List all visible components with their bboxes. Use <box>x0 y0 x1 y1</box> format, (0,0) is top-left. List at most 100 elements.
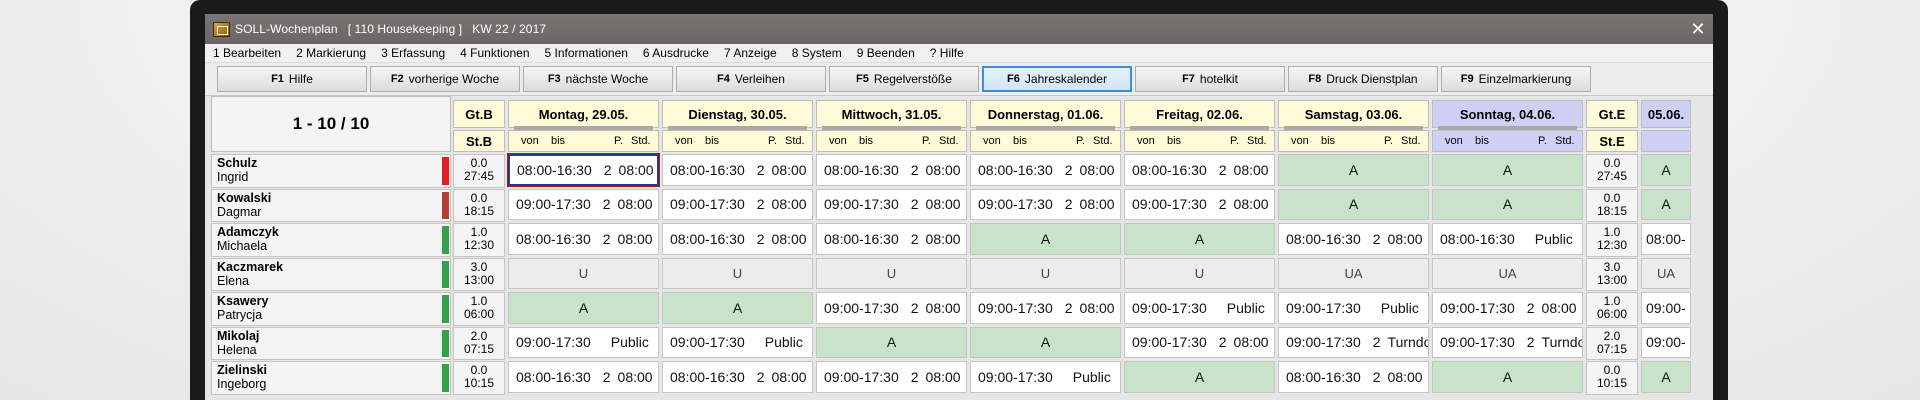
shift-cell[interactable]: 09:00-17:30 2 08:00 <box>1124 188 1275 220</box>
shift-cell[interactable]: 09:00-17:30 2 08:00 <box>816 361 967 393</box>
balance-end-column-days: 0.0 <box>1603 190 1621 205</box>
employee-name-cell[interactable]: Adamczyk Michaela <box>211 223 451 257</box>
day-header[interactable]: Montag, 29.05. <box>508 100 659 128</box>
shift-cell[interactable]: 08:00-16:30 2 08:00 <box>662 154 813 186</box>
shift-cell[interactable]: 09:00-17:30 2 08:00 <box>816 188 967 220</box>
shift-cell[interactable]: 09:00-17:30 2 08:00 <box>1124 326 1275 358</box>
day-off-cell[interactable]: A <box>970 326 1121 358</box>
toolbar-button-f1[interactable]: F1 Hilfe <box>217 66 367 92</box>
vacation-cell[interactable]: U <box>970 257 1121 289</box>
toolbar-button-f2[interactable]: F2 vorherige Woche <box>370 66 520 92</box>
next-day-cell[interactable]: UA <box>1641 257 1691 289</box>
day-header[interactable]: Freitag, 02.06. <box>1124 100 1275 128</box>
shift-cell[interactable]: 09:00-17:30 2 08:00 <box>508 188 659 220</box>
menu-item[interactable]: 5 Informationen <box>545 46 628 60</box>
vacation-cell[interactable]: UA <box>1278 257 1429 289</box>
function-key-label: F9 <box>1460 73 1474 85</box>
day-header[interactable]: Samstag, 03.06. <box>1278 100 1429 128</box>
toolbar-button-f3[interactable]: F3 nächste Woche <box>523 66 673 92</box>
shift-cell[interactable]: 09:00-17:30 Public <box>1124 292 1275 324</box>
subheader-p: P. <box>1076 135 1085 147</box>
day-off-cell[interactable]: A <box>1124 223 1275 255</box>
toolbar-button-f6[interactable]: F6 Jahreskalender <box>982 66 1132 92</box>
shift-cell[interactable]: 08:00-16:30 2 08:00 <box>1124 154 1275 186</box>
shift-cell[interactable]: 09:00-17:30 2 Turndowr <box>1432 326 1583 358</box>
shift-cell[interactable]: 08:00-16:30 2 08:00 <box>662 361 813 393</box>
day-off-cell[interactable]: A <box>1432 188 1583 220</box>
shift-cell[interactable]: 09:00-17:30 2 08:00 <box>662 188 813 220</box>
shift-cell[interactable]: 09:00-17:30 Public <box>1278 292 1429 324</box>
shift-cell[interactable]: 09:00-17:30 Public <box>508 326 659 358</box>
vacation-cell[interactable]: U <box>816 257 967 289</box>
shift-cell[interactable]: 08:00-16:30 2 08:00 <box>508 361 659 393</box>
shift-cell[interactable]: 09:00-17:30 2 Turndowr <box>1278 326 1429 358</box>
shift-cell[interactable]: 08:00-16:30 2 08:00 <box>1278 361 1429 393</box>
menu-item[interactable]: ? Hilfe <box>930 46 964 60</box>
shift-cell[interactable]: 09:00-17:30 2 08:00 <box>970 292 1121 324</box>
next-day-cell[interactable]: 08:00- <box>1641 223 1691 255</box>
next-day-header[interactable]: 05.06. <box>1641 100 1691 128</box>
shift-pause: 2 <box>910 196 919 213</box>
employee-last-name: Adamczyk <box>217 225 279 239</box>
next-day-cell[interactable]: 09:00- <box>1641 292 1691 324</box>
balance-begin-column-days: 2.0 <box>470 328 488 343</box>
day-header[interactable]: Dienstag, 30.05. <box>662 100 813 128</box>
next-day-cell[interactable]: A <box>1641 188 1691 220</box>
vacation-cell[interactable]: U <box>662 257 813 289</box>
shift-cell[interactable]: 08:00-16:30 2 08:00 <box>507 153 660 187</box>
day-off-cell[interactable]: A <box>1124 361 1275 393</box>
shift-cell[interactable]: 08:00-16:30 2 08:00 <box>816 154 967 186</box>
day-off-cell[interactable]: A <box>816 326 967 358</box>
next-day-column: 05.06. A A 08:00- UA 09:00- 09:00- A <box>1641 96 1691 400</box>
menu-item[interactable]: 9 Beenden <box>857 46 915 60</box>
shift-cell[interactable]: 08:00-16:30 2 08:00 <box>662 223 813 255</box>
vacation-cell[interactable]: U <box>508 257 659 289</box>
toolbar-button-f8[interactable]: F8 Druck Dienstplan <box>1288 66 1438 92</box>
menu-item[interactable]: 1 Bearbeiten <box>213 46 281 60</box>
day-off-cell[interactable]: A <box>1432 154 1583 186</box>
button-label: vorherige Woche <box>408 72 500 86</box>
employee-name-cell[interactable]: Zielinski Ingeborg <box>211 361 451 395</box>
next-day-cell[interactable]: 09:00- <box>1641 326 1691 358</box>
day-header[interactable]: Sonntag, 04.06. <box>1432 100 1583 128</box>
day-header[interactable]: Mittwoch, 31.05. <box>816 100 967 128</box>
day-off-cell[interactable]: A <box>1278 188 1429 220</box>
shift-cell[interactable]: 09:00-17:30 2 08:00 <box>970 188 1121 220</box>
day-off-cell[interactable]: A <box>508 292 659 324</box>
toolbar-button-f4[interactable]: F4 Verleihen <box>676 66 826 92</box>
shift-cell[interactable]: 09:00-17:30 2 08:00 <box>1432 292 1583 324</box>
toolbar-button-f5[interactable]: F5 Regelverstöße <box>829 66 979 92</box>
shift-cell[interactable]: 08:00-16:30 2 08:00 <box>1278 223 1429 255</box>
day-off-cell[interactable]: A <box>662 292 813 324</box>
employee-name-cell[interactable]: Schulz Ingrid <box>211 154 451 188</box>
menu-item[interactable]: 2 Markierung <box>296 46 366 60</box>
shift-cell[interactable]: 09:00-17:30 2 08:00 <box>816 292 967 324</box>
employee-name-cell[interactable]: Ksawery Patrycja <box>211 292 451 326</box>
menu-item[interactable]: 4 Funktionen <box>460 46 529 60</box>
menu-item[interactable]: 3 Erfassung <box>381 46 445 60</box>
day-header[interactable]: Donnerstag, 01.06. <box>970 100 1121 128</box>
shift-cell[interactable]: 08:00-16:30 2 08:00 <box>970 154 1121 186</box>
shift-cell[interactable]: 08:00-16:30 2 08:00 <box>816 223 967 255</box>
shift-cell[interactable]: 09:00-17:30 Public <box>662 326 813 358</box>
toolbar-button-f7[interactable]: F7 hotelkit <box>1135 66 1285 92</box>
next-day-cell[interactable]: A <box>1641 361 1691 393</box>
next-day-cell[interactable]: A <box>1641 154 1691 186</box>
menu-item[interactable]: 8 System <box>792 46 842 60</box>
shift-cell[interactable]: 08:00-16:30 Public <box>1432 223 1583 255</box>
day-off-cell[interactable]: A <box>1432 361 1583 393</box>
vacation-cell[interactable]: U <box>1124 257 1275 289</box>
toolbar-button-f9[interactable]: F9 Einzelmarkierung <box>1441 66 1591 92</box>
close-icon[interactable]: ✕ <box>1683 19 1713 40</box>
shift-cell[interactable]: 09:00-17:30 Public <box>970 361 1121 393</box>
shift-hours: 08:00 <box>1233 161 1269 178</box>
day-off-cell[interactable]: A <box>1278 154 1429 186</box>
day-off-cell[interactable]: A <box>970 223 1121 255</box>
employee-name-cell[interactable]: Kaczmarek Elena <box>211 257 451 291</box>
employee-name-cell[interactable]: Mikolaj Helena <box>211 326 451 360</box>
menu-item[interactable]: 7 Anzeige <box>724 46 777 60</box>
vacation-cell[interactable]: UA <box>1432 257 1583 289</box>
employee-name-cell[interactable]: Kowalski Dagmar <box>211 188 451 222</box>
shift-cell[interactable]: 08:00-16:30 2 08:00 <box>508 223 659 255</box>
menu-item[interactable]: 6 Ausdrucke <box>643 46 709 60</box>
